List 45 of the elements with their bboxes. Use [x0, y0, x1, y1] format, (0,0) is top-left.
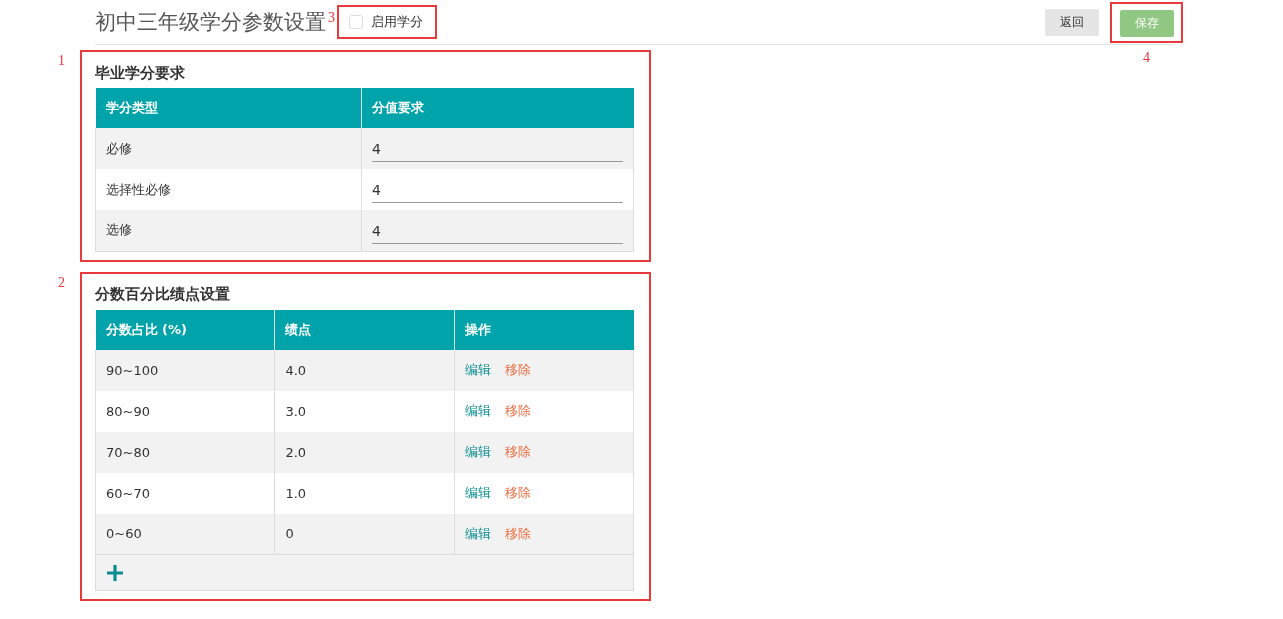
table-cell: 0 — [274, 513, 455, 555]
back-button[interactable]: 返回 — [1045, 8, 1099, 36]
remove-link[interactable]: 移除 — [504, 485, 531, 500]
column-header: 绩点 — [274, 309, 455, 350]
page-title: 初中三年级学分参数设置 — [95, 9, 326, 36]
remove-link[interactable]: 移除 — [504, 444, 531, 459]
section-title: 毕业学分要求 — [95, 62, 186, 84]
table-cell: 1.0 — [274, 472, 455, 514]
annotation-number: 4 — [1143, 50, 1150, 66]
add-icon[interactable] — [106, 563, 124, 582]
column-header: 分数占比 (%) — [95, 309, 275, 350]
table-cell: 80~90 — [95, 390, 275, 432]
column-header: 操作 — [454, 309, 634, 350]
input-field[interactable]: 4 — [372, 216, 623, 244]
remove-link[interactable]: 移除 — [504, 525, 531, 541]
table-cell: 2.0 — [274, 431, 455, 473]
edit-link[interactable]: 编辑 — [464, 525, 491, 541]
annotation-number: 1 — [58, 53, 65, 69]
table-cell: 4.0 — [274, 349, 455, 391]
checkbox[interactable] — [349, 15, 363, 29]
input-field[interactable]: 4 — [372, 176, 623, 203]
table-cell: 必修 — [95, 128, 362, 169]
edit-link[interactable]: 编辑 — [464, 444, 491, 459]
table-cell: 0~60 — [95, 513, 275, 555]
input-cell[interactable]: 4 — [361, 210, 634, 251]
edit-link[interactable]: 编辑 — [464, 485, 491, 500]
input-cell[interactable]: 4 — [361, 169, 634, 210]
table-cell: 90~100 — [95, 349, 275, 391]
edit-link[interactable]: 编辑 — [464, 403, 491, 418]
input-cell[interactable]: 4 — [361, 128, 634, 169]
checkbox-label[interactable]: 启用学分 — [371, 13, 423, 31]
column-header: 分值要求 — [361, 88, 634, 128]
table-cell: 70~80 — [95, 431, 275, 473]
section-title: 分数百分比绩点设置 — [95, 284, 231, 305]
remove-link[interactable]: 移除 — [504, 362, 531, 377]
edit-link[interactable]: 编辑 — [464, 362, 491, 377]
input-field[interactable]: 4 — [372, 135, 623, 162]
table-cell: 3.0 — [274, 390, 455, 432]
remove-link[interactable]: 移除 — [504, 403, 531, 418]
table-cell: 60~70 — [95, 472, 275, 514]
column-header: 学分类型 — [95, 88, 362, 128]
table-cell: 选择性必修 — [95, 169, 362, 210]
table-cell: 选修 — [95, 210, 362, 251]
annotation-number: 3 — [328, 10, 335, 26]
annotation-number: 2 — [58, 274, 65, 291]
